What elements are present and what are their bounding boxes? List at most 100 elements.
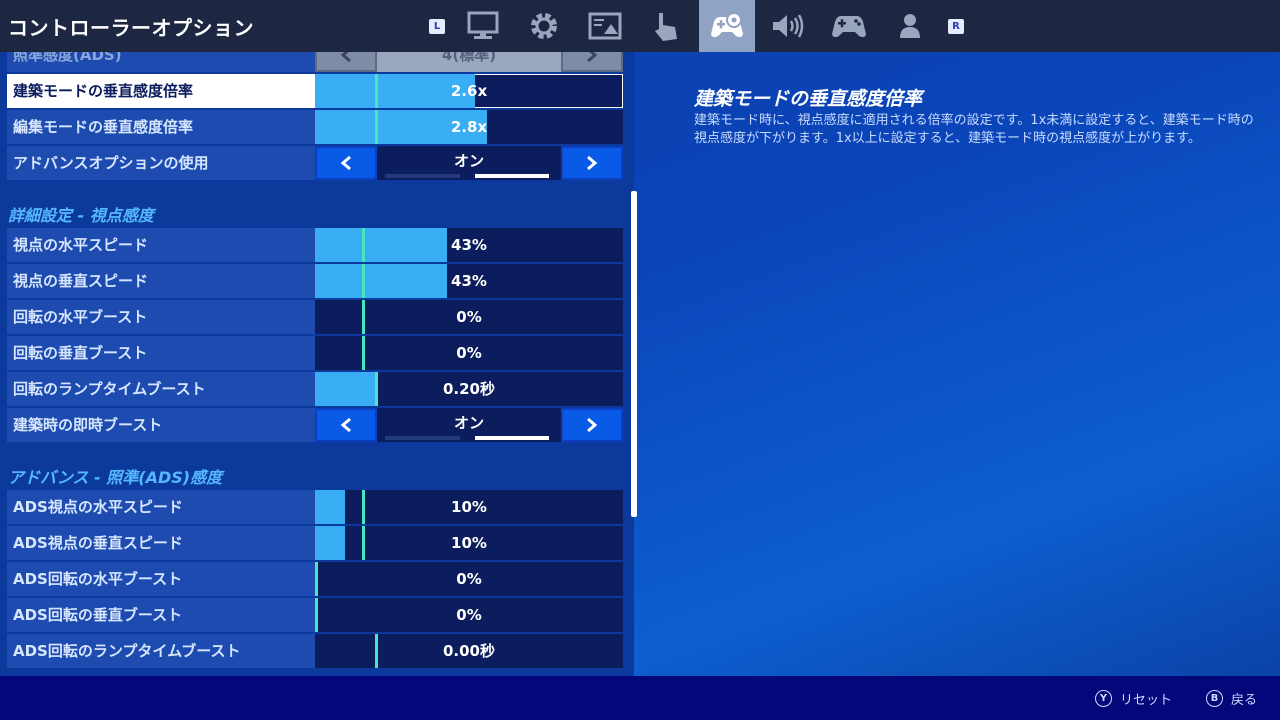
option-indicator-off	[385, 174, 460, 178]
setting-label: ADS回転のランプタイムブースト	[7, 634, 315, 668]
setting-row-look-vertical-speed[interactable]: 視点の垂直スピード 43%	[7, 264, 623, 298]
bottom-bar: Y リセット B 戻る	[0, 676, 1280, 720]
setting-value: 0.00秒	[442, 642, 495, 660]
tab-touch[interactable]	[638, 0, 694, 52]
controller-gear-icon	[711, 12, 743, 38]
option-indicator-off	[385, 436, 460, 440]
next-arrow-button[interactable]	[561, 52, 623, 72]
setting-slider[interactable]: 10%	[315, 526, 623, 560]
setting-label: アドバンスオプションの使用	[7, 146, 315, 180]
setting-slider[interactable]: 2.8x	[315, 110, 623, 144]
setting-value: 2.8x	[450, 118, 488, 136]
setting-slider[interactable]: 0%	[315, 598, 623, 632]
next-arrow-button[interactable]	[561, 408, 623, 442]
settings-list[interactable]: 照準感度(ADS) 4(標準) 建築モードの垂直感度倍率 2.6x 編集モードの…	[0, 52, 634, 676]
touch-hand-icon	[655, 13, 677, 41]
option-indicator-on	[475, 174, 549, 178]
setting-label: 回転の水平ブースト	[7, 300, 315, 334]
tab-account[interactable]	[882, 0, 938, 52]
setting-row-ads-look-horizontal-speed[interactable]: ADS視点の水平スピード 10%	[7, 490, 623, 524]
setting-row-turn-horizontal-boost[interactable]: 回転の水平ブースト 0%	[7, 300, 623, 334]
image-settings-icon	[588, 12, 622, 40]
setting-row-ads-turn-vertical-boost[interactable]: ADS回転の垂直ブースト 0%	[7, 598, 623, 632]
option-indicator-on	[475, 436, 549, 440]
setting-value: 10%	[451, 534, 487, 552]
setting-row-look-horizontal-speed[interactable]: 視点の水平スピード 43%	[7, 228, 623, 262]
setting-slider[interactable]: 0.20秒	[315, 372, 623, 406]
tab-brightness[interactable]	[577, 0, 633, 52]
section-title-advanced-look: 詳細設定 - 視点感度	[8, 206, 154, 225]
chevron-right-icon	[587, 417, 598, 433]
setting-label: 回転のランプタイムブースト	[7, 372, 315, 406]
setting-value: 43%	[451, 236, 487, 254]
b-button-icon: B	[1206, 690, 1223, 707]
setting-slider[interactable]: 10%	[315, 490, 623, 524]
setting-label: ADS視点の水平スピード	[7, 490, 315, 524]
y-button-icon: Y	[1095, 690, 1112, 707]
setting-slider[interactable]: 2.6x	[315, 74, 623, 108]
setting-value: 0%	[456, 606, 482, 624]
setting-label: ADS回転の垂直ブースト	[7, 598, 315, 632]
setting-slider[interactable]: 0%	[315, 300, 623, 334]
back-label: 戻る	[1231, 693, 1258, 708]
description-title: 建築モードの垂直感度倍率	[694, 88, 923, 110]
tab-display[interactable]	[455, 0, 511, 52]
setting-row-ads-turn-horizontal-boost[interactable]: ADS回転の水平ブースト 0%	[7, 562, 623, 596]
top-bar: コントローラーオプション L R	[0, 0, 1280, 52]
description-panel: 建築モードの垂直感度倍率 建築モード時に、視点感度に適用される倍率の設定です。1…	[648, 52, 1280, 676]
setting-row-build-vertical-multiplier[interactable]: 建築モードの垂直感度倍率 2.6x	[7, 74, 623, 108]
setting-label: ADS回転の水平ブースト	[7, 562, 315, 596]
setting-value: 43%	[451, 272, 487, 290]
left-bumper-hint[interactable]: L	[429, 19, 445, 34]
setting-row-use-advanced-options[interactable]: アドバンスオプションの使用 オン	[7, 146, 623, 180]
setting-label: 照準感度(ADS)	[7, 52, 315, 72]
description-text: 建築モード時に、視点感度に適用される倍率の設定です。1x未満に設定すると、建築モ…	[694, 113, 1254, 146]
setting-label: 回転の垂直ブースト	[7, 336, 315, 370]
setting-slider[interactable]: 0%	[315, 562, 623, 596]
setting-row-edit-vertical-multiplier[interactable]: 編集モードの垂直感度倍率 2.8x	[7, 110, 623, 144]
setting-value: 0%	[456, 308, 482, 326]
setting-slider[interactable]: 43%	[315, 228, 623, 262]
chevron-right-icon	[587, 52, 598, 63]
page-title: コントローラーオプション	[8, 16, 254, 40]
setting-label: 編集モードの垂直感度倍率	[7, 110, 315, 144]
setting-row-turn-vertical-boost[interactable]: 回転の垂直ブースト 0%	[7, 336, 623, 370]
setting-value: 2.6x	[450, 82, 488, 100]
setting-slider[interactable]: 0%	[315, 336, 623, 370]
setting-label: 視点の垂直スピード	[7, 264, 315, 298]
setting-value: 0%	[456, 570, 482, 588]
setting-value: 0.20秒	[442, 380, 495, 398]
settings-scrollbar[interactable]	[631, 191, 637, 517]
gear-icon	[531, 13, 557, 39]
monitor-icon	[467, 11, 499, 39]
setting-label: ADS視点の垂直スピード	[7, 526, 315, 560]
tab-controller-options[interactable]	[699, 0, 755, 52]
setting-selector[interactable]: オン	[315, 146, 623, 180]
setting-slider[interactable]: 43%	[315, 264, 623, 298]
setting-selector[interactable]: オン	[315, 408, 623, 442]
setting-row-ads-turn-ramp-time-boost[interactable]: ADS回転のランプタイムブースト 0.00秒	[7, 634, 623, 668]
setting-label: 建築時の即時ブースト	[7, 408, 315, 442]
setting-slider[interactable]: 0.00秒	[315, 634, 623, 668]
setting-row-ads-sensitivity[interactable]: 照準感度(ADS) 4(標準)	[7, 52, 623, 72]
tab-audio[interactable]	[760, 0, 816, 52]
speaker-icon	[773, 14, 804, 38]
setting-label: 建築モードの垂直感度倍率	[7, 74, 315, 108]
right-bumper-hint[interactable]: R	[948, 19, 964, 34]
setting-selector[interactable]: 4(標準)	[315, 52, 623, 72]
reset-hint[interactable]: Y リセット	[1095, 689, 1172, 708]
setting-label: 視点の水平スピード	[7, 228, 315, 262]
chevron-right-icon	[587, 155, 598, 171]
next-arrow-button[interactable]	[561, 146, 623, 180]
tab-controller-layout[interactable]	[821, 0, 877, 52]
reset-label: リセット	[1120, 693, 1173, 708]
tab-game[interactable]	[516, 0, 572, 52]
setting-value: 10%	[451, 498, 487, 516]
account-icon	[900, 14, 920, 38]
setting-row-ads-look-vertical-speed[interactable]: ADS視点の垂直スピード 10%	[7, 526, 623, 560]
setting-row-instant-boost-building[interactable]: 建築時の即時ブースト オン	[7, 408, 623, 442]
gamepad-icon	[832, 15, 866, 38]
back-hint[interactable]: B 戻る	[1206, 689, 1257, 708]
section-title-advanced-ads: アドバンス - 照準(ADS)感度	[8, 468, 223, 487]
setting-row-turn-ramp-time-boost[interactable]: 回転のランプタイムブースト 0.20秒	[7, 372, 623, 406]
